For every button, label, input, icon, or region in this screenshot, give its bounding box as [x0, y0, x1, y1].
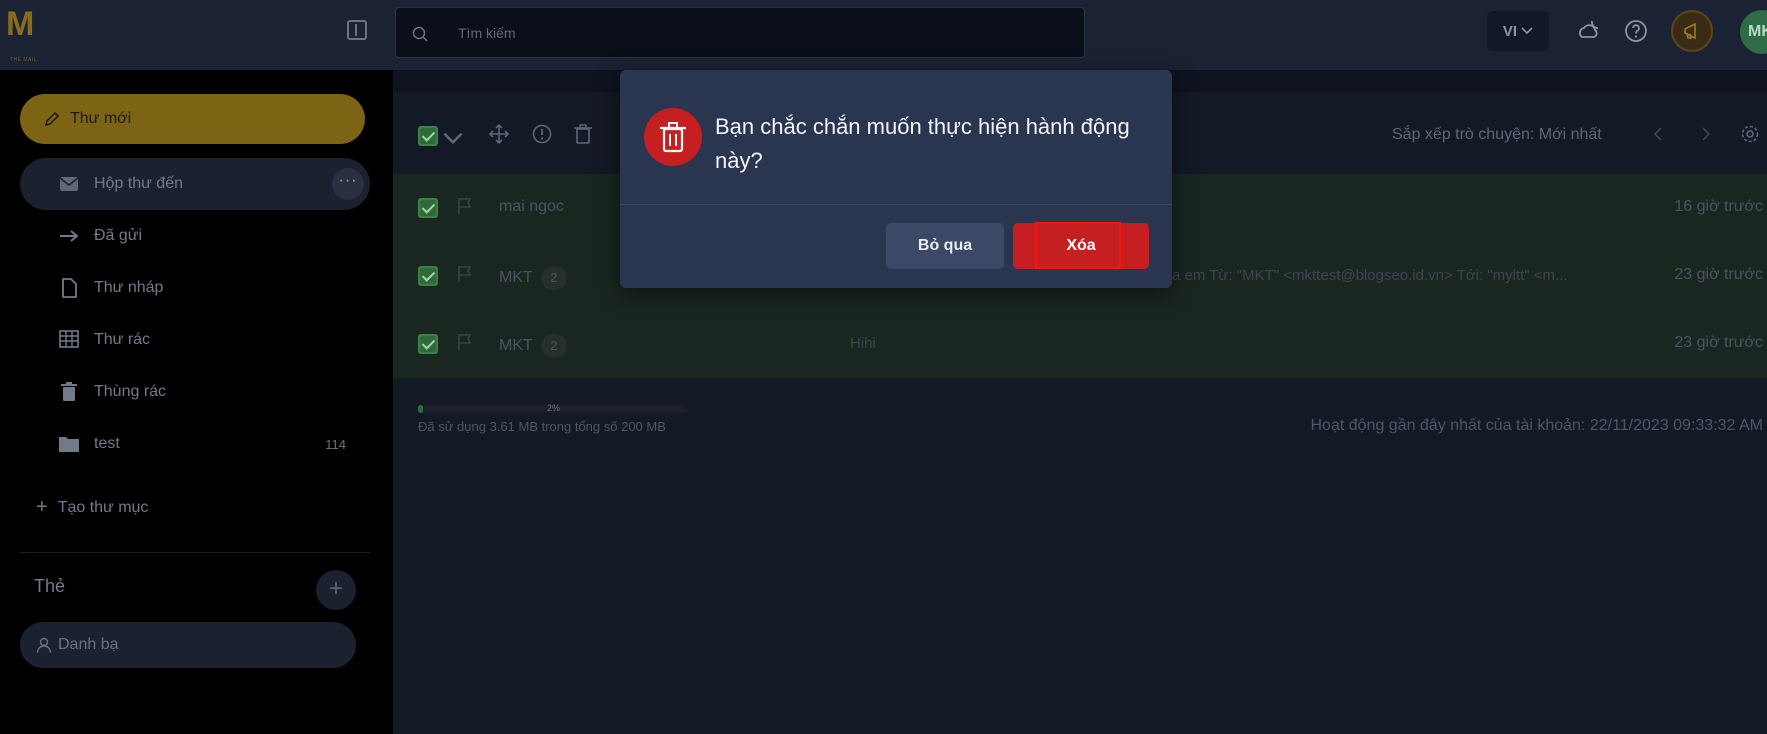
sidebar-item-spam[interactable]: Thư rác	[20, 314, 370, 366]
pencil-icon	[44, 111, 60, 127]
cancel-button[interactable]: Bỏ qua	[886, 223, 1004, 269]
compose-button[interactable]: Thư mới	[20, 94, 365, 144]
folder-count: 114	[325, 436, 346, 452]
inbox-icon	[58, 173, 80, 195]
compose-label: Thư mới	[70, 110, 132, 127]
sidebar: Thư mới Hộp thư đến ··· Đã gửi Thư nháp …	[0, 70, 393, 734]
add-tag-button[interactable]: +	[316, 570, 356, 610]
plus-icon: +	[36, 496, 48, 518]
thread-count-badge: 2	[540, 334, 567, 358]
mail-row[interactable]: MKT 2 Hihi 23 giờ trước	[393, 310, 1767, 378]
sort-selector[interactable]: Sắp xếp trò chuyện: Mới nhất	[1392, 126, 1602, 144]
row-checkbox[interactable]	[418, 266, 438, 286]
draft-icon	[58, 277, 80, 299]
spam-icon	[58, 329, 80, 351]
storage-progress-fill	[418, 405, 424, 413]
flag-icon[interactable]	[457, 265, 473, 283]
megaphone-icon	[1684, 22, 1696, 40]
create-folder-label: Tạo thư mục	[57, 498, 149, 516]
move-icon[interactable]	[489, 124, 509, 144]
chevron-down-icon	[1521, 27, 1533, 35]
sidebar-item-label: Hộp thư đến	[94, 175, 183, 192]
delete-icon[interactable]	[573, 124, 593, 144]
chevron-right-icon[interactable]	[1696, 124, 1716, 144]
sender-name: MKT	[499, 337, 533, 354]
folder-icon	[58, 433, 80, 455]
search-input[interactable]	[458, 22, 1058, 44]
sender-name: mai ngoc	[499, 198, 564, 215]
sidebar-divider	[20, 552, 370, 553]
confirm-delete-button[interactable]: Xóa	[1013, 223, 1149, 269]
thread-count-badge: 2	[540, 266, 567, 290]
search-box[interactable]	[395, 7, 1085, 58]
storage-usage-text: Đã sử dụng 3.61 MB trong tổng số 200 MB	[418, 419, 666, 434]
mail-sender: mai ngoc	[499, 198, 564, 216]
sidebar-item-drafts[interactable]: Thư nháp	[20, 262, 370, 314]
top-header: MTHE MAIL VI MK	[0, 0, 1767, 70]
dialog-divider	[620, 204, 1172, 205]
mail-subject: Hihi	[850, 335, 876, 352]
tags-heading: Thẻ	[34, 576, 66, 596]
more-options-button[interactable]: ···	[332, 168, 364, 200]
mail-time: 23 giờ trước	[1674, 266, 1763, 283]
mail-sender: MKT 2	[499, 266, 567, 290]
row-checkbox[interactable]	[418, 334, 438, 354]
sidebar-item-sent[interactable]: Đã gửi	[20, 210, 370, 262]
last-activity-text: Hoạt động gần đây nhất của tài khoản: 22…	[1310, 417, 1764, 434]
row-checkbox[interactable]	[418, 198, 438, 218]
select-all-checkbox[interactable]	[418, 126, 438, 146]
theme-toggle-icon[interactable]	[1575, 18, 1601, 44]
send-icon	[58, 225, 80, 247]
sidebar-item-trash[interactable]: Thùng rác	[20, 366, 370, 418]
mail-subject: a em Từ: "MKT" <mkttest@blogseo.id.vn> T…	[1172, 267, 1568, 284]
create-folder-button[interactable]: + Tạo thư mục	[36, 496, 148, 519]
storage-percent: 2%	[547, 403, 561, 413]
sidebar-item-test-folder[interactable]: test 114	[20, 418, 370, 470]
report-spam-icon[interactable]	[532, 124, 552, 144]
mail-time: 16 giờ trước	[1674, 198, 1763, 215]
confirm-delete-dialog: Bạn chắc chắn muốn thực hiện hành động n…	[620, 70, 1172, 288]
sender-name: MKT	[499, 269, 533, 286]
dialog-message: Bạn chắc chắn muốn thực hiện hành động n…	[715, 114, 1130, 173]
sidebar-item-inbox[interactable]: Hộp thư đến ···	[20, 158, 370, 210]
notification-button[interactable]	[1671, 10, 1713, 52]
settings-icon[interactable]	[1740, 124, 1760, 144]
contacts-tag[interactable]: Danh bạ	[20, 622, 356, 668]
trash-warning-icon	[644, 108, 702, 166]
sidebar-item-label: test	[94, 435, 120, 452]
flag-icon[interactable]	[457, 197, 473, 215]
chevron-left-icon[interactable]	[1648, 124, 1668, 144]
chevron-down-icon[interactable]	[443, 128, 463, 148]
sidebar-toggle-icon[interactable]	[347, 20, 367, 40]
trash-icon	[58, 381, 80, 403]
sidebar-item-label: Thư rác	[94, 331, 151, 348]
user-icon	[36, 637, 52, 653]
sidebar-item-label: Thư nháp	[94, 279, 164, 296]
help-icon[interactable]	[1623, 18, 1649, 44]
user-avatar[interactable]: MK	[1740, 10, 1767, 54]
mail-time: 23 giờ trước	[1674, 334, 1763, 351]
language-selector[interactable]: VI	[1487, 11, 1549, 51]
mail-sender: MKT 2	[499, 334, 567, 358]
sidebar-item-label: Đã gửi	[94, 227, 143, 244]
language-label: VI	[1502, 22, 1518, 40]
sidebar-item-label: Thùng rác	[94, 383, 167, 400]
search-icon	[412, 26, 428, 42]
app-logo[interactable]: M THE MAIL	[6, 7, 44, 63]
contacts-label: Danh bạ	[58, 636, 119, 653]
flag-icon[interactable]	[457, 333, 473, 351]
